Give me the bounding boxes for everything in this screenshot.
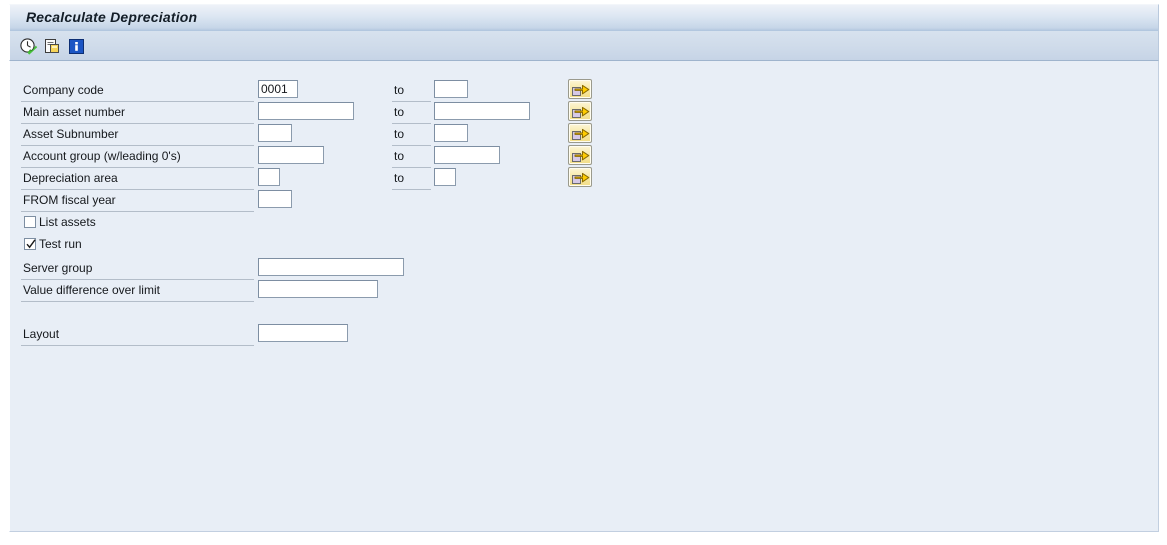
label-underline	[21, 345, 254, 346]
form-row: FROM fiscal year	[10, 190, 1150, 212]
field-label: Main asset number	[23, 105, 126, 119]
page-title: Recalculate Depreciation	[26, 9, 198, 25]
field-layout[interactable]	[258, 324, 348, 342]
form-row: Server group	[10, 258, 810, 280]
checkbox-test-run[interactable]	[24, 238, 36, 250]
field-from-depreciation-area[interactable]	[258, 168, 280, 186]
form-row: Value difference over limit	[10, 280, 810, 302]
to-label: to	[394, 127, 405, 141]
form-row: Layout	[10, 324, 810, 346]
field-from-company-code[interactable]	[258, 80, 298, 98]
execute-icon[interactable]	[19, 37, 38, 56]
field-label: Value difference over limit	[23, 283, 160, 297]
field-label: Asset Subnumber	[23, 127, 119, 141]
field-label: FROM fiscal year	[23, 193, 116, 207]
multiple-selection-button[interactable]	[568, 101, 592, 121]
field-label: Depreciation area	[23, 171, 118, 185]
field-label: Company code	[23, 83, 104, 97]
field-from-asset-subnumber[interactable]	[258, 124, 292, 142]
checkbox-row[interactable]: Test run	[10, 235, 410, 255]
checkbox-label: List assets	[39, 215, 96, 229]
sap-screen: Recalculate Depreciation Company code 00…	[0, 0, 1167, 545]
field-to-company-code[interactable]	[434, 80, 468, 98]
checkmark-icon	[26, 239, 36, 249]
field-to-account-group-w-leading-0-s[interactable]	[434, 146, 500, 164]
label-underline	[21, 301, 254, 302]
field-from-from-fiscal-year[interactable]	[258, 190, 292, 208]
checkbox-row[interactable]: List assets	[10, 213, 410, 233]
field-server-group[interactable]	[258, 258, 404, 276]
execute-background-icon[interactable]	[43, 37, 62, 56]
selection-screen: Company code to Main asset number to Asset S…	[9, 61, 1159, 532]
checkbox-label: Test run	[39, 237, 82, 251]
to-label: to	[394, 83, 405, 97]
field-from-account-group-w-leading-0-s[interactable]	[258, 146, 324, 164]
multiple-selection-button[interactable]	[568, 167, 592, 187]
field-label: Account group (w/leading 0's)	[23, 149, 181, 163]
field-from-main-asset-number[interactable]	[258, 102, 354, 120]
field-value-difference-over-limit[interactable]	[258, 280, 378, 298]
field-to-depreciation-area[interactable]	[434, 168, 456, 186]
multiple-selection-button[interactable]	[568, 123, 592, 143]
to-label: to	[394, 105, 405, 119]
field-to-asset-subnumber[interactable]	[434, 124, 468, 142]
label-underline	[21, 211, 254, 212]
to-label: to	[394, 171, 405, 185]
field-label: Server group	[23, 261, 93, 275]
title-bar: Recalculate Depreciation	[9, 4, 1159, 31]
to-label: to	[394, 149, 405, 163]
multiple-selection-button[interactable]	[568, 145, 592, 165]
toolbar: © www.tutorialkart.com	[9, 31, 1159, 93]
field-label: Layout	[23, 327, 60, 341]
checkbox-list-assets[interactable]	[24, 216, 36, 228]
field-to-main-asset-number[interactable]	[434, 102, 530, 120]
information-icon[interactable]	[67, 37, 86, 56]
multiple-selection-button[interactable]	[568, 79, 592, 99]
